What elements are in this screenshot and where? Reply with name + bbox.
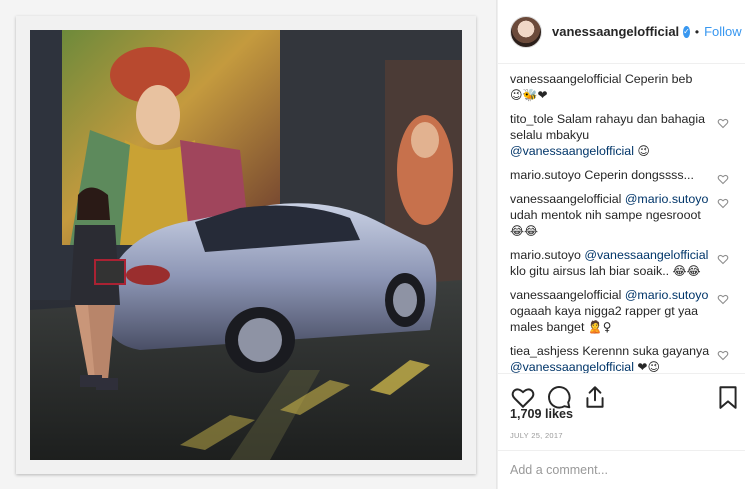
post-photo[interactable] bbox=[30, 30, 462, 460]
comment-item: vanessaangelofficial @mario.sutoyo ogaaa… bbox=[510, 287, 733, 335]
comment-item: tiea_ashjess Kerennn suka gayanya @vanes… bbox=[510, 343, 733, 373]
comment-username[interactable]: mario.sutoyo bbox=[510, 168, 581, 182]
post-date[interactable]: JULY 25, 2017 bbox=[510, 431, 563, 440]
comment-mention-link[interactable]: @mario.sutoyo bbox=[625, 288, 709, 302]
comment-text: Ceperin beb bbox=[624, 72, 693, 86]
post-header: vanessaangelofficial ✓ • Follow bbox=[498, 0, 745, 64]
speech-bubble-icon[interactable] bbox=[546, 384, 572, 410]
comment-emoji: 😂😂 bbox=[510, 224, 539, 238]
verified-badge-icon: ✓ bbox=[683, 25, 690, 38]
comment-like-heart-icon[interactable] bbox=[717, 253, 729, 265]
photo-area bbox=[0, 0, 497, 489]
comment-username[interactable]: vanessaangelofficial bbox=[510, 72, 621, 86]
comment-username[interactable]: vanessaangelofficial bbox=[510, 192, 621, 206]
comment-text: udah mentok nih sampe ngesrooot bbox=[510, 208, 701, 222]
bookmark-icon[interactable] bbox=[715, 384, 741, 410]
comment-mention-link[interactable]: @vanessaangelofficial bbox=[510, 144, 634, 158]
photo-illustration bbox=[30, 30, 462, 460]
comment-emoji: 🙎♀ bbox=[587, 320, 612, 334]
comment-mention-link[interactable]: @vanessaangelofficial bbox=[510, 360, 634, 373]
comment-emoji: 😂😂 bbox=[672, 264, 701, 278]
polaroid-frame bbox=[16, 16, 476, 474]
comment-username[interactable]: mario.sutoyo bbox=[510, 248, 581, 262]
comment-item: mario.sutoyo Ceperin dongssss... bbox=[510, 167, 733, 185]
likes-count[interactable]: 1,709 likes bbox=[510, 407, 573, 421]
post-username[interactable]: vanessaangelofficial bbox=[552, 24, 679, 39]
comment-like-heart-icon[interactable] bbox=[717, 197, 729, 209]
follow-button[interactable]: Follow bbox=[704, 24, 742, 39]
comment-like-heart-icon[interactable] bbox=[717, 173, 729, 185]
comment-like-heart-icon[interactable] bbox=[717, 117, 729, 129]
comment-item: vanessaangelofficial @mario.sutoyo udah … bbox=[510, 191, 733, 239]
post-side-panel: vanessaangelofficial ✓ • Follow vanessaa… bbox=[497, 0, 745, 489]
comment-username[interactable]: tiea_ashjess bbox=[510, 344, 579, 358]
comment-emoji: ❤😉 bbox=[637, 360, 660, 373]
comment-username[interactable]: tito_tole bbox=[510, 112, 553, 126]
comment-text: klo gitu airsus lah biar soaik.. bbox=[510, 264, 670, 278]
avatar[interactable] bbox=[510, 15, 542, 48]
comment-text: Ceperin dongssss... bbox=[584, 168, 694, 182]
comment-mention-link[interactable]: @mario.sutoyo bbox=[625, 192, 709, 206]
comment-item: mario.sutoyo @vanessaangelofficial klo g… bbox=[510, 247, 733, 279]
comment-emoji: 😉🐝❤ bbox=[510, 88, 548, 102]
comment-input[interactable] bbox=[510, 463, 733, 477]
comment-like-heart-icon[interactable] bbox=[717, 349, 729, 361]
add-comment-bar bbox=[498, 450, 745, 489]
comment-mention-link[interactable]: @vanessaangelofficial bbox=[584, 248, 708, 262]
comment-item: vanessaangelofficial Ceperin beb 😉🐝❤ bbox=[510, 71, 733, 103]
comment-item: tito_tole Salam rahayu dan bahagia selal… bbox=[510, 111, 733, 159]
comment-text: Kerennn suka gayanya bbox=[582, 344, 710, 358]
comment-emoji: 😉 bbox=[637, 144, 650, 158]
share-arrow-icon[interactable] bbox=[582, 384, 608, 410]
separator-dot: • bbox=[694, 24, 700, 39]
comment-list[interactable]: vanessaangelofficial Ceperin beb 😉🐝❤ tito… bbox=[498, 64, 745, 373]
comment-like-heart-icon[interactable] bbox=[717, 293, 729, 305]
comment-username[interactable]: vanessaangelofficial bbox=[510, 288, 621, 302]
instagram-post-window: vanessaangelofficial ✓ • Follow vanessaa… bbox=[0, 0, 745, 489]
heart-outline-icon[interactable] bbox=[510, 384, 536, 410]
